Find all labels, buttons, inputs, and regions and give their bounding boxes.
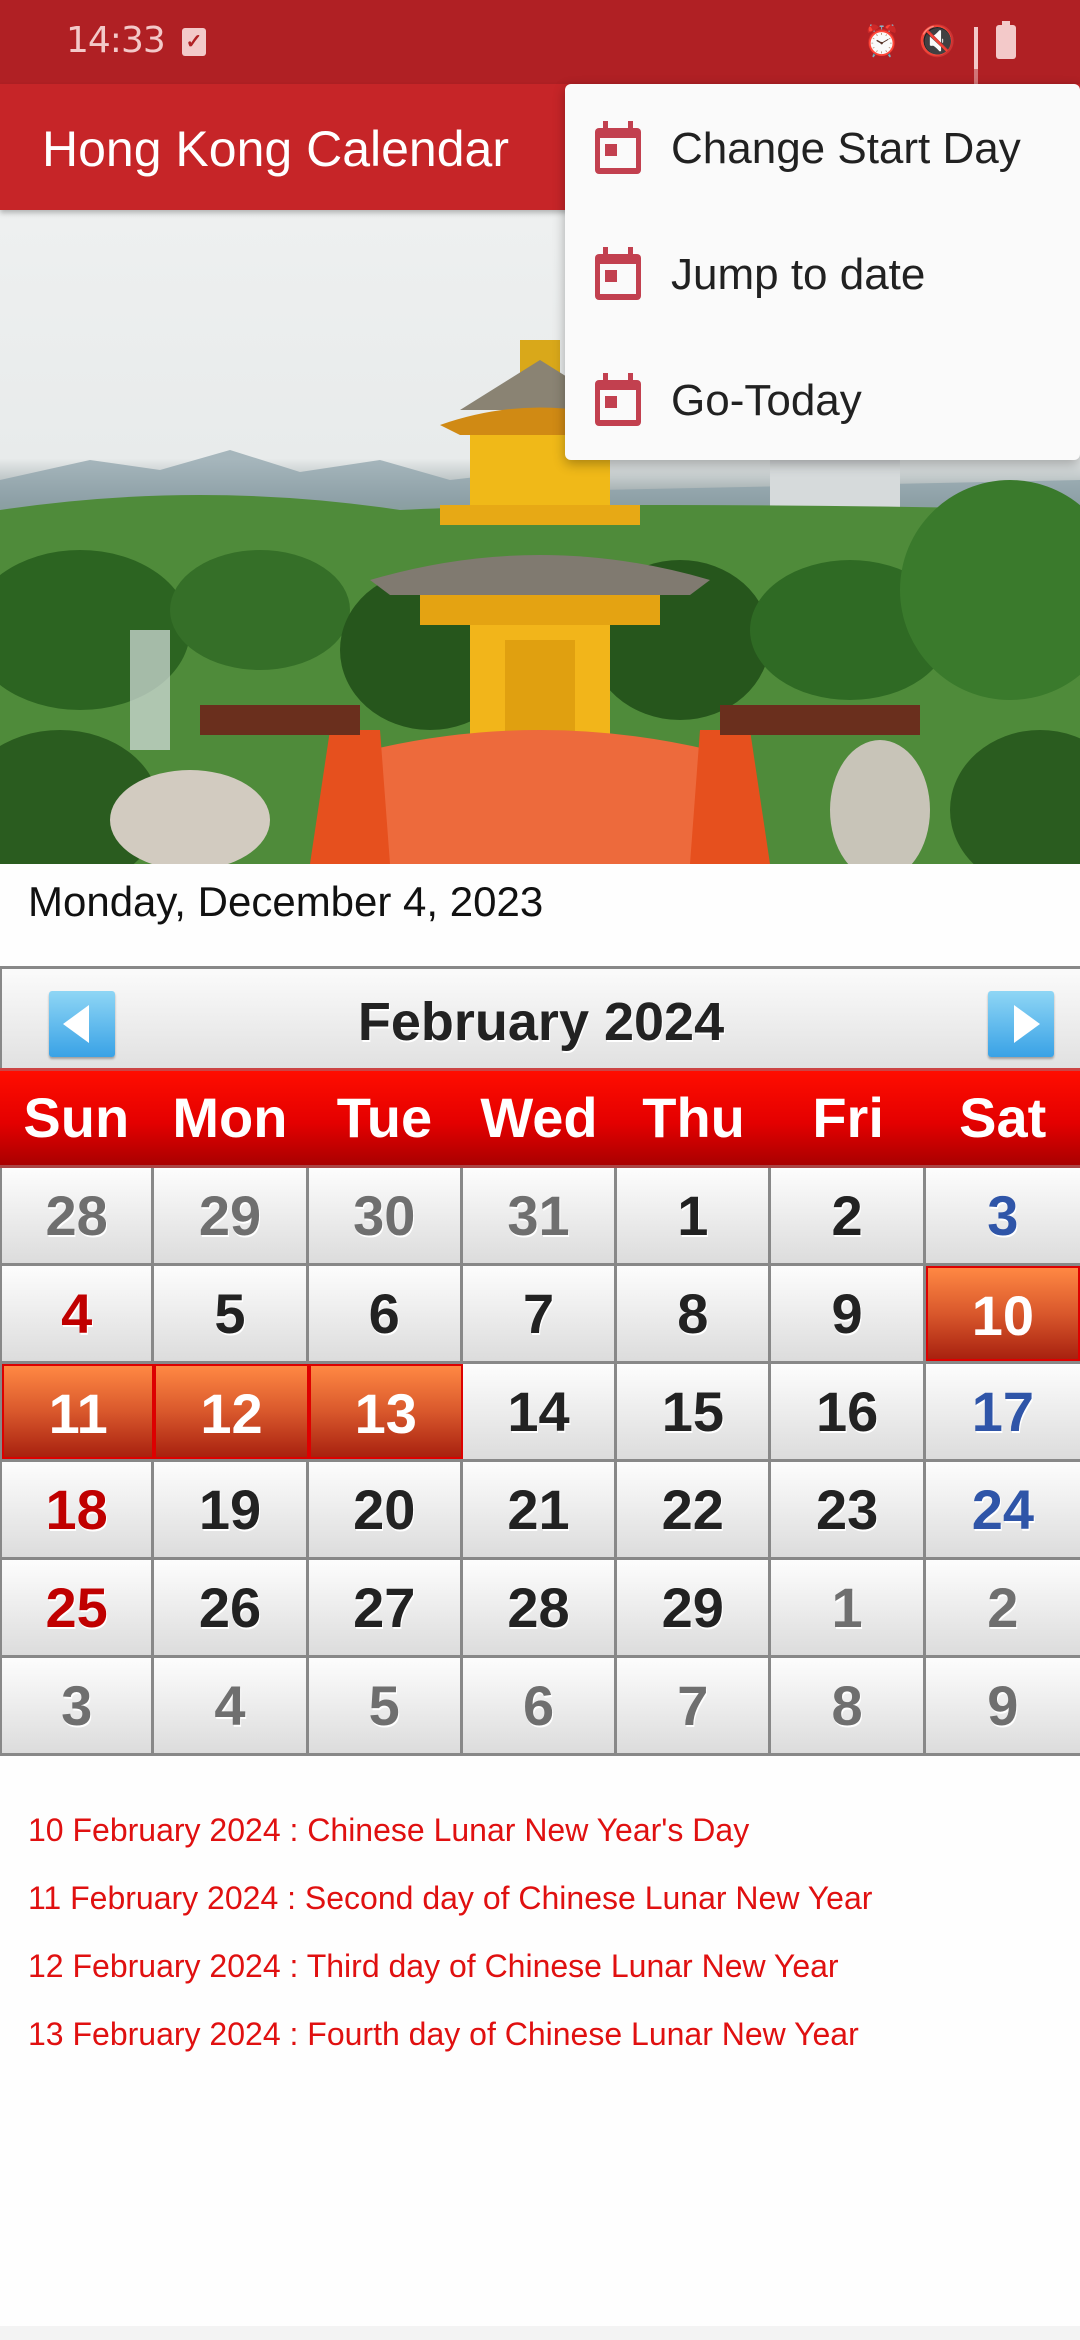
day-cell[interactable]: 7 [617,1658,772,1753]
day-cell[interactable]: 5 [154,1266,309,1361]
menu-item-go-today[interactable]: Go-Today [565,358,1080,484]
calendar-icon [595,247,641,300]
day-cell-holiday[interactable]: 10 [925,1266,1080,1361]
calendar-icon [595,121,641,174]
day-cell[interactable]: 29 [617,1560,772,1655]
signal-icon [974,27,978,97]
weekday-label: Sun [23,1086,130,1149]
day-cell[interactable]: 20 [308,1462,463,1557]
day-cell[interactable]: 6 [462,1658,618,1753]
day-cell-holiday[interactable]: 12 [154,1364,309,1459]
day-cell[interactable]: 14 [462,1364,618,1459]
status-icons: ⏰ 🔇 [863,21,1016,97]
day-cell[interactable]: 2 [771,1168,926,1263]
day-cell[interactable]: 1 [617,1168,772,1263]
holiday-list: 10 February 2024 : Chinese Lunar New Yea… [28,1810,872,2082]
week-row: 25 26 27 28 29 1 2 [2,1560,1080,1658]
day-cell[interactable]: 8 [617,1266,772,1361]
status-time: 14:33 [66,20,166,61]
month-title: February 2024 [357,992,725,1052]
day-cell[interactable]: 9 [771,1266,926,1361]
holiday-item: 11 February 2024 : Second day of Chinese… [28,1880,873,1916]
day-cell[interactable]: 8 [771,1658,926,1753]
day-cell[interactable]: 28 [462,1560,618,1655]
day-cell[interactable]: 29 [154,1168,309,1263]
calendar-icon [595,373,641,426]
navigation-bar [0,2326,1080,2340]
day-cell[interactable]: 24 [925,1462,1080,1557]
day-cell[interactable]: 4 [2,1266,155,1361]
alarm-icon: ⏰ [863,25,901,58]
weekday-label: Wed [480,1086,598,1149]
holiday-item: 13 February 2024 : Fourth day of Chinese… [28,2016,859,2052]
day-cell[interactable]: 5 [308,1658,463,1753]
week-row: 18 19 20 21 22 23 24 [2,1462,1080,1560]
day-cell[interactable]: 3 [925,1168,1080,1263]
weekday-label: Mon [172,1086,288,1149]
day-cell[interactable]: 25 [2,1560,155,1655]
holiday-item: 12 February 2024 : Third day of Chinese … [28,1948,839,1984]
day-cell[interactable]: 4 [154,1658,309,1753]
menu-item-jump-to-date[interactable]: Jump to date [565,232,1080,358]
day-cell[interactable]: 21 [462,1462,618,1557]
day-cell-holiday[interactable]: 13 [308,1364,463,1459]
day-cell[interactable]: 15 [617,1364,772,1459]
weekday-label: Sat [959,1086,1047,1149]
day-cell[interactable]: 2 [925,1560,1080,1655]
day-cell[interactable]: 17 [925,1364,1080,1459]
day-cell[interactable]: 30 [308,1168,463,1263]
today-date: Monday, December 4, 2023 [28,878,544,925]
menu-item-label: Jump to date [671,250,926,299]
day-cell[interactable]: 28 [2,1168,155,1263]
week-row: 3456789 [2,1658,1080,1756]
day-cell[interactable]: 27 [308,1560,463,1655]
menu-item-label: Change Start Day [671,124,1021,173]
day-cell[interactable]: 9 [925,1658,1080,1753]
calendar: February 2024 Sun Mon Tue Wed Thu Fri Sa… [0,966,1080,1756]
day-cell[interactable]: 1 [771,1560,926,1655]
week-row: 28 29 30 31 1 2 3 [2,1168,1080,1266]
day-cell[interactable]: 26 [154,1560,309,1655]
day-cell[interactable]: 31 [462,1168,618,1263]
calendar-grid: 28 29 30 31 1 2 3 4 5 6 7 8 9 10 11 12 13 14 15 16 17 18 19 20 2… [0,1168,1080,1756]
holiday-item: 10 February 2024 : Chinese Lunar New Yea… [28,1812,750,1848]
day-cell[interactable]: 7 [462,1266,618,1361]
task-check-icon: ✓ [182,28,206,56]
calendar-header: February 2024 [0,966,1080,1068]
weekday-label: Tue [336,1086,433,1149]
overflow-menu: Change Start Day Jump to date Go-Today [565,84,1080,460]
weekday-label: Fri [812,1086,884,1149]
day-cell[interactable]: 22 [617,1462,772,1557]
status-bar: 14:33 ✓ ⏰ 🔇 [0,0,1080,97]
day-cell-holiday[interactable]: 11 [2,1364,155,1459]
arrow-right-icon [1014,1005,1040,1043]
menu-item-change-start-day[interactable]: Change Start Day [565,106,1080,232]
day-cell[interactable]: 19 [154,1462,309,1557]
week-row: 11 12 13 14 15 16 17 [2,1364,1080,1462]
weekday-header-row: Sun Mon Tue Wed Thu Fri Sat [0,1068,1080,1168]
menu-item-label: Go-Today [671,376,862,425]
week-row: 4 5 6 7 8 9 10 [2,1266,1080,1364]
day-cell[interactable]: 6 [308,1266,463,1361]
vibrate-mute-icon: 🔇 [918,25,956,58]
battery-icon [996,21,1016,59]
app-title: Hong Kong Calendar [42,121,509,177]
next-month-button[interactable] [988,991,1054,1057]
day-cell[interactable]: 16 [771,1364,926,1459]
day-cell[interactable]: 18 [2,1462,155,1557]
day-cell[interactable]: 23 [771,1462,926,1557]
weekday-label: Thu [642,1086,745,1149]
day-cell[interactable]: 3 [2,1658,155,1753]
